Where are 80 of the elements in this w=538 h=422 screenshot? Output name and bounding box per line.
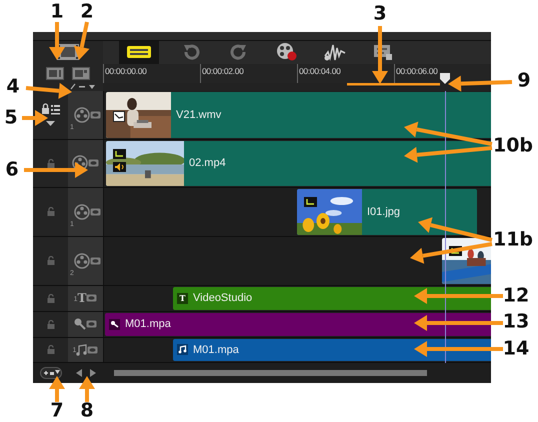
scroll-right-icon[interactable] xyxy=(90,368,96,377)
title-track-icon[interactable]: T xyxy=(77,291,86,306)
scrollbar[interactable] xyxy=(114,370,427,376)
callout-number: 11b xyxy=(492,230,534,250)
image-clip[interactable]: I01.jpg xyxy=(297,188,477,235)
time-ruler[interactable]: 00:00:00.00 00:00:02.00 00:00:04.00 00:00:06.00 xyxy=(103,64,491,83)
undo-icon xyxy=(182,43,200,62)
track-manager-icon[interactable] xyxy=(40,102,60,115)
music-clip[interactable]: M01.mpa xyxy=(173,338,491,361)
timeline-icon xyxy=(126,45,152,60)
microphone-icon xyxy=(109,318,120,330)
timeline-view-button[interactable] xyxy=(119,40,159,64)
clip-name: M01.mpa xyxy=(125,318,171,330)
visibility-icon[interactable] xyxy=(90,208,101,216)
add-track-button[interactable] xyxy=(40,366,62,379)
music-note-icon[interactable] xyxy=(76,344,88,356)
lock-icon[interactable] xyxy=(46,294,54,303)
callout-number: 14 xyxy=(502,340,530,358)
callout-number: 13 xyxy=(502,312,530,332)
title-clip[interactable]: T VideoStudio xyxy=(173,286,491,310)
callout-arrow xyxy=(26,82,72,99)
callout-arrow xyxy=(49,376,65,402)
visibility-icon[interactable] xyxy=(90,256,101,265)
callout-arrow xyxy=(74,22,90,60)
callout-number: 3 xyxy=(373,4,387,24)
clip-name: I01.jpg xyxy=(367,206,400,218)
film-reel-icon[interactable] xyxy=(74,204,90,220)
playhead-marker[interactable] xyxy=(440,72,450,84)
callout-number: 8 xyxy=(80,402,94,420)
visibility-icon[interactable] xyxy=(86,320,97,328)
video-clip[interactable]: 02.mp4 xyxy=(106,140,491,186)
speaker-badge-icon xyxy=(113,162,126,172)
music-note-icon xyxy=(177,344,188,356)
clip-name: V21.wmv xyxy=(176,108,222,121)
visibility-icon[interactable] xyxy=(90,110,101,119)
callout-arrow xyxy=(79,376,95,402)
callout-number: 7 xyxy=(50,402,64,420)
callout-arrow xyxy=(49,22,65,60)
clip-name: 02.mp4 xyxy=(189,157,226,170)
audio-wave-icon xyxy=(323,42,347,62)
clip-name: VideoStudio xyxy=(193,292,252,304)
film-reel-icon[interactable] xyxy=(74,252,90,269)
callout-number: 1 xyxy=(50,2,64,22)
zoom-control-icon[interactable] xyxy=(70,83,96,90)
callout-number: 4 xyxy=(6,78,20,96)
callout-arrow xyxy=(22,110,48,126)
microphone-icon[interactable] xyxy=(74,318,86,330)
lock-icon[interactable] xyxy=(46,207,54,216)
callout-arrow xyxy=(448,76,512,92)
storyboard-icon[interactable] xyxy=(46,66,64,80)
visibility-icon[interactable] xyxy=(88,159,99,168)
video-clip[interactable]: V21.wmv xyxy=(106,92,491,138)
clip-name: M01.mpa xyxy=(193,344,239,356)
motion-badge-icon xyxy=(113,148,126,159)
film-reel-icon[interactable] xyxy=(72,155,88,172)
callout-number: 9 xyxy=(517,72,531,90)
lock-icon[interactable] xyxy=(46,158,54,168)
callout-number: 10b xyxy=(492,136,534,156)
voice-clip[interactable]: M01.mpa xyxy=(105,312,491,336)
callout-number: 6 xyxy=(5,160,19,180)
title-badge: T xyxy=(177,292,188,304)
lock-icon[interactable] xyxy=(46,345,54,354)
callout-number: 5 xyxy=(4,108,18,128)
lock-icon[interactable] xyxy=(46,320,54,329)
visibility-icon[interactable] xyxy=(87,346,98,354)
lock-icon[interactable] xyxy=(46,256,54,266)
visibility-icon[interactable] xyxy=(86,294,98,302)
storyboard-icon[interactable] xyxy=(72,66,90,80)
dropdown-icon[interactable] xyxy=(46,120,55,127)
motion-badge-icon xyxy=(304,196,317,207)
transition-badge-icon xyxy=(113,110,125,122)
scroll-left-icon[interactable] xyxy=(76,368,82,377)
subtitle-icon xyxy=(372,42,394,62)
callout-number: 2 xyxy=(80,2,94,22)
callout-arrow xyxy=(24,162,88,178)
redo-icon xyxy=(230,43,248,62)
film-reel-icon[interactable] xyxy=(74,106,90,123)
callout-number: 12 xyxy=(502,286,530,306)
grip-handle[interactable] xyxy=(33,32,491,41)
callout-arrow xyxy=(372,26,388,84)
